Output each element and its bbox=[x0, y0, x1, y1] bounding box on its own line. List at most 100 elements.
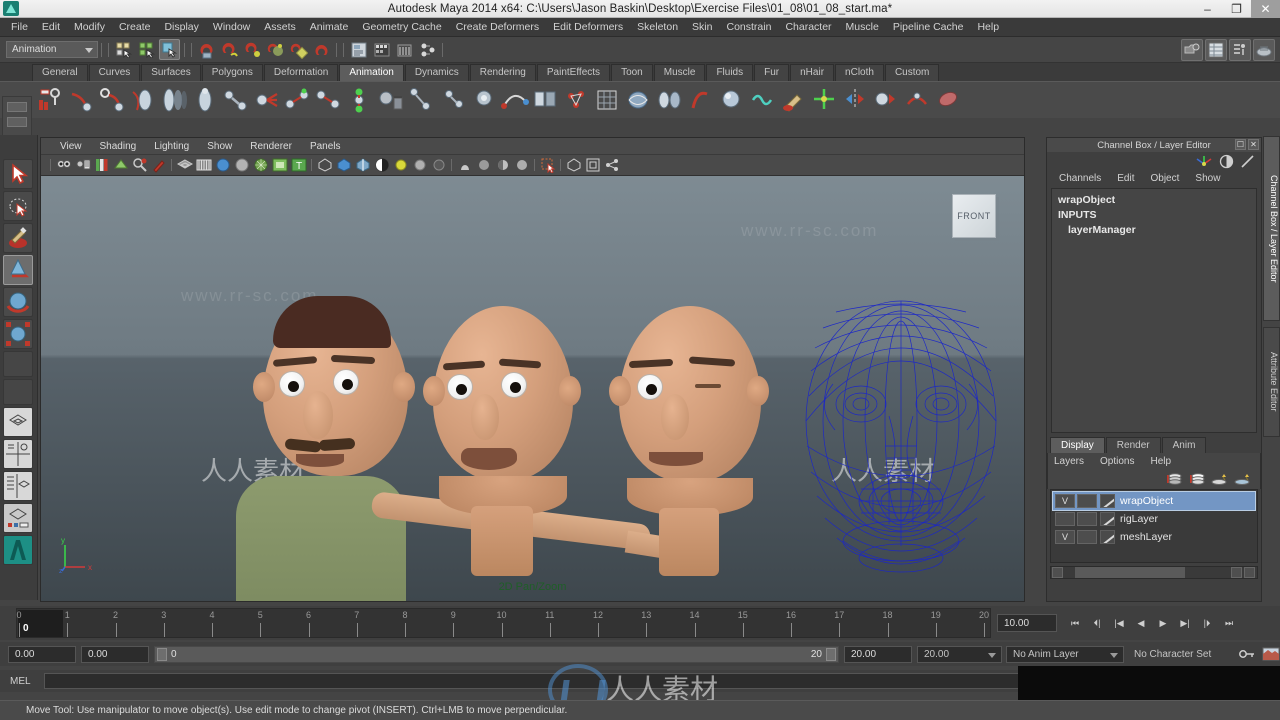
layer-editor-tab-render[interactable]: Render bbox=[1105, 437, 1161, 453]
current-frame-indicator[interactable]: 0 bbox=[18, 610, 63, 637]
aim-constraint-icon[interactable] bbox=[315, 86, 344, 115]
bind-skin-icon[interactable] bbox=[129, 86, 158, 115]
orient-constraint-icon[interactable] bbox=[346, 86, 375, 115]
channel-box-menu-channels[interactable]: Channels bbox=[1051, 173, 1109, 184]
bind-pose-icon[interactable] bbox=[191, 86, 220, 115]
muscle-icon[interactable] bbox=[935, 86, 964, 115]
undock-panel-button[interactable]: ☐ bbox=[1235, 139, 1246, 150]
menu-item-constrain[interactable]: Constrain bbox=[719, 18, 778, 37]
range-slider[interactable]: 0 20 bbox=[154, 645, 839, 663]
viewport-menu-show[interactable]: Show bbox=[198, 141, 241, 152]
viewport-menu-view[interactable]: View bbox=[51, 141, 91, 152]
shelf-tab-toon[interactable]: Toon bbox=[611, 64, 653, 81]
ao-icon[interactable] bbox=[476, 157, 492, 173]
contrast-icon[interactable] bbox=[1219, 154, 1234, 169]
maximize-button[interactable]: ❐ bbox=[1222, 0, 1251, 18]
point-constraint-icon[interactable] bbox=[284, 86, 313, 115]
paint-weights-icon[interactable] bbox=[780, 86, 809, 115]
animation-start-field[interactable]: 0.00 bbox=[8, 645, 76, 663]
step-forward-frame-button[interactable]: ▶| bbox=[1174, 614, 1196, 632]
select-camera-icon[interactable] bbox=[56, 157, 72, 173]
menu-item-edit[interactable]: Edit bbox=[35, 18, 67, 37]
film-gate-icon[interactable] bbox=[196, 157, 212, 173]
smooth-shade-icon[interactable] bbox=[215, 157, 231, 173]
share-icon[interactable] bbox=[604, 157, 620, 173]
layer-menu-options[interactable]: Options bbox=[1100, 456, 1150, 467]
wireframe-head-model[interactable] bbox=[781, 286, 1021, 596]
frame-selection-icon[interactable] bbox=[585, 157, 601, 173]
edit-line-icon[interactable] bbox=[1240, 154, 1255, 169]
shelf-tab-rendering[interactable]: Rendering bbox=[469, 64, 536, 81]
viewport-panel[interactable]: View Shading Lighting Show Renderer Panels T bbox=[40, 137, 1025, 602]
viewport-menu-lighting[interactable]: Lighting bbox=[145, 141, 198, 152]
default-light-icon[interactable] bbox=[393, 157, 409, 173]
wireframe-on-shaded-icon[interactable] bbox=[253, 157, 269, 173]
shelf-tab-deformation[interactable]: Deformation bbox=[263, 64, 339, 81]
snap-to-projected-center-icon[interactable] bbox=[265, 39, 286, 60]
shelf-tab-painteffects[interactable]: PaintEffects bbox=[536, 64, 611, 81]
create-cluster-icon[interactable] bbox=[563, 86, 592, 115]
menu-item-skin[interactable]: Skin bbox=[685, 18, 719, 37]
menu-item-window[interactable]: Window bbox=[206, 18, 257, 37]
render-view-icon[interactable] bbox=[1181, 38, 1203, 61]
image-plane-icon[interactable] bbox=[113, 157, 129, 173]
viewport-menu-renderer[interactable]: Renderer bbox=[241, 141, 301, 152]
shelf-tab-polygons[interactable]: Polygons bbox=[201, 64, 263, 81]
nonlinear-bend-icon[interactable] bbox=[687, 86, 716, 115]
menu-item-modify[interactable]: Modify bbox=[67, 18, 112, 37]
shelf-tab-custom[interactable]: Custom bbox=[884, 64, 940, 81]
menu-item-edit-deformers[interactable]: Edit Deformers bbox=[546, 18, 630, 37]
layer-visibility-toggle[interactable]: V bbox=[1055, 530, 1075, 544]
channel-box-menu-show[interactable]: Show bbox=[1187, 173, 1228, 184]
all-lights-icon[interactable] bbox=[412, 157, 428, 173]
empty-tool-slot[interactable] bbox=[3, 379, 33, 405]
last-tool-slot[interactable] bbox=[3, 351, 33, 377]
hypershade-persp-layout-icon[interactable] bbox=[3, 503, 33, 533]
sculpt-deformer-icon[interactable] bbox=[718, 86, 747, 115]
animation-preferences-icon[interactable] bbox=[1262, 646, 1280, 662]
menu-item-create[interactable]: Create bbox=[112, 18, 158, 37]
xray-icon[interactable] bbox=[336, 157, 352, 173]
layer-menu-help[interactable]: Help bbox=[1150, 456, 1187, 467]
menu-set-dropdown[interactable]: Animation bbox=[6, 41, 98, 58]
shelf-tab-nhair[interactable]: nHair bbox=[790, 64, 835, 81]
menu-item-help[interactable]: Help bbox=[970, 18, 1006, 37]
set-key-icon[interactable] bbox=[36, 86, 65, 115]
isolate-select-icon[interactable] bbox=[566, 157, 582, 173]
motion-path-icon[interactable] bbox=[501, 86, 530, 115]
layer-editor-tab-display[interactable]: Display bbox=[1050, 437, 1105, 453]
two-d-pan-zoom-icon[interactable] bbox=[132, 157, 148, 173]
playback-speed-field[interactable]: 10.00 bbox=[997, 614, 1057, 632]
channel-box-content[interactable]: wrapObject INPUTS layerManager bbox=[1051, 188, 1257, 433]
command-line-label[interactable]: MEL bbox=[10, 676, 44, 687]
display-layer-row[interactable]: VmeshLayer bbox=[1053, 528, 1255, 546]
menu-item-character[interactable]: Character bbox=[778, 18, 838, 37]
grid-toggle-icon[interactable] bbox=[176, 157, 193, 173]
select-object-icon[interactable] bbox=[136, 39, 157, 60]
scroll-left-arrow[interactable] bbox=[1052, 567, 1063, 578]
scale-tool[interactable] bbox=[3, 319, 33, 349]
paint-selection-tool[interactable] bbox=[3, 223, 33, 253]
scroll-prev-arrow[interactable] bbox=[1231, 567, 1242, 578]
playback-end-field[interactable]: 20.00 bbox=[844, 645, 912, 663]
shelf-tab-dynamics[interactable]: Dynamics bbox=[404, 64, 469, 81]
menu-item-animate[interactable]: Animate bbox=[303, 18, 356, 37]
view-cube[interactable]: FRONT bbox=[952, 194, 996, 238]
grease-pencil-icon[interactable] bbox=[151, 157, 167, 173]
layer-display-type-swatch[interactable] bbox=[1100, 494, 1115, 508]
layer-name[interactable]: meshLayer bbox=[1120, 531, 1172, 543]
display-layer-row[interactable]: VwrapObject bbox=[1052, 491, 1256, 511]
ghost-icon[interactable] bbox=[470, 86, 499, 115]
minimize-button[interactable]: – bbox=[1193, 0, 1222, 18]
move-layer-up-icon[interactable] bbox=[1211, 471, 1229, 487]
ik-spline-icon[interactable] bbox=[98, 86, 127, 115]
attribute-editor-toggle-icon[interactable] bbox=[1229, 38, 1251, 61]
scroll-thumb[interactable] bbox=[1075, 567, 1185, 578]
scene-lights-icon[interactable] bbox=[431, 157, 447, 173]
open-graph-editor-icon[interactable] bbox=[371, 39, 392, 60]
auto-keyframe-icon[interactable] bbox=[1238, 647, 1256, 661]
shelf-tab-muscle[interactable]: Muscle bbox=[653, 64, 706, 81]
close-panel-button[interactable]: ✕ bbox=[1248, 139, 1259, 150]
anim-layer-dropdown[interactable]: No Anim Layer bbox=[1006, 645, 1124, 663]
xray-joints-icon[interactable] bbox=[355, 157, 371, 173]
